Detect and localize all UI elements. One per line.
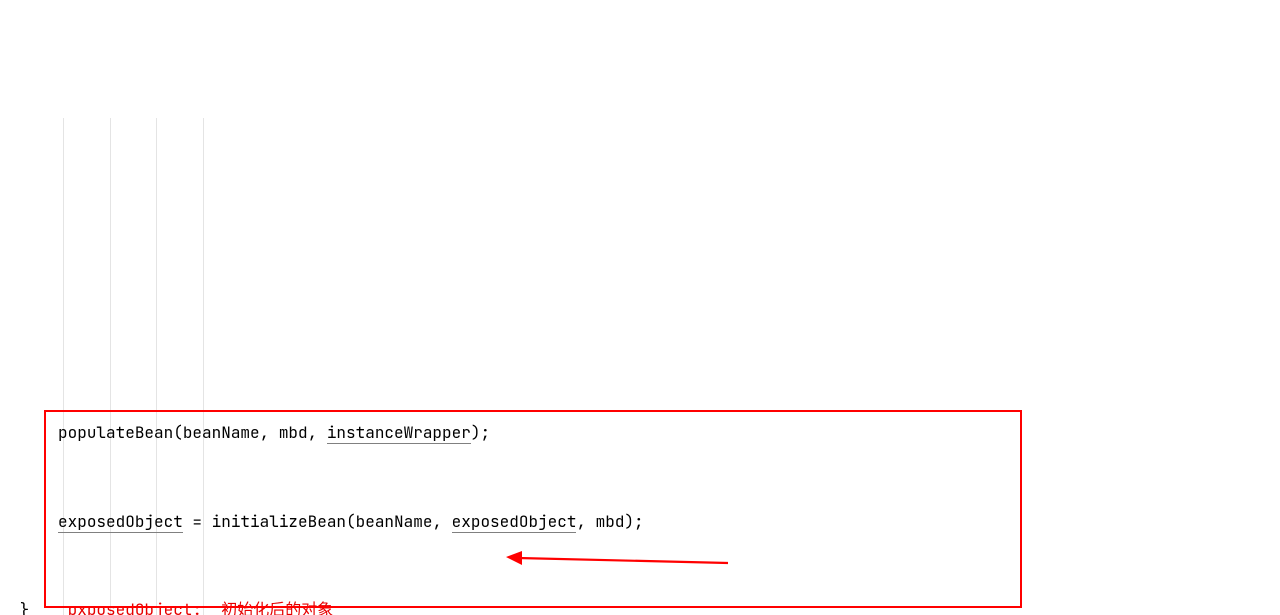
code-text: , mbd); <box>576 511 643 532</box>
variable-ref: exposedObject <box>452 511 577 533</box>
brace: } <box>20 599 30 615</box>
code-text: ); <box>471 422 490 443</box>
code-text: = initializeBean(beanName, <box>183 511 452 532</box>
code-line[interactable]: exposedObject = initializeBean(beanName,… <box>10 507 1270 536</box>
inline-annotation: pxposedObject: 初始化后的对象 <box>68 599 334 615</box>
code-editor[interactable]: populateBean(beanName, mbd, instanceWrap… <box>0 118 1280 615</box>
indent-guide <box>63 118 64 615</box>
variable-ref: exposedObject <box>58 511 183 533</box>
indent-guide <box>156 118 157 615</box>
variable-ref: instanceWrapper <box>327 422 471 444</box>
indent-guide <box>110 118 111 615</box>
code-line[interactable]: } pxposedObject: 初始化后的对象 <box>10 595 1270 615</box>
code-text: populateBean(beanName, mbd, <box>58 422 327 443</box>
code-line[interactable]: populateBean(beanName, mbd, instanceWrap… <box>10 418 1270 447</box>
indent-guide <box>203 118 204 615</box>
